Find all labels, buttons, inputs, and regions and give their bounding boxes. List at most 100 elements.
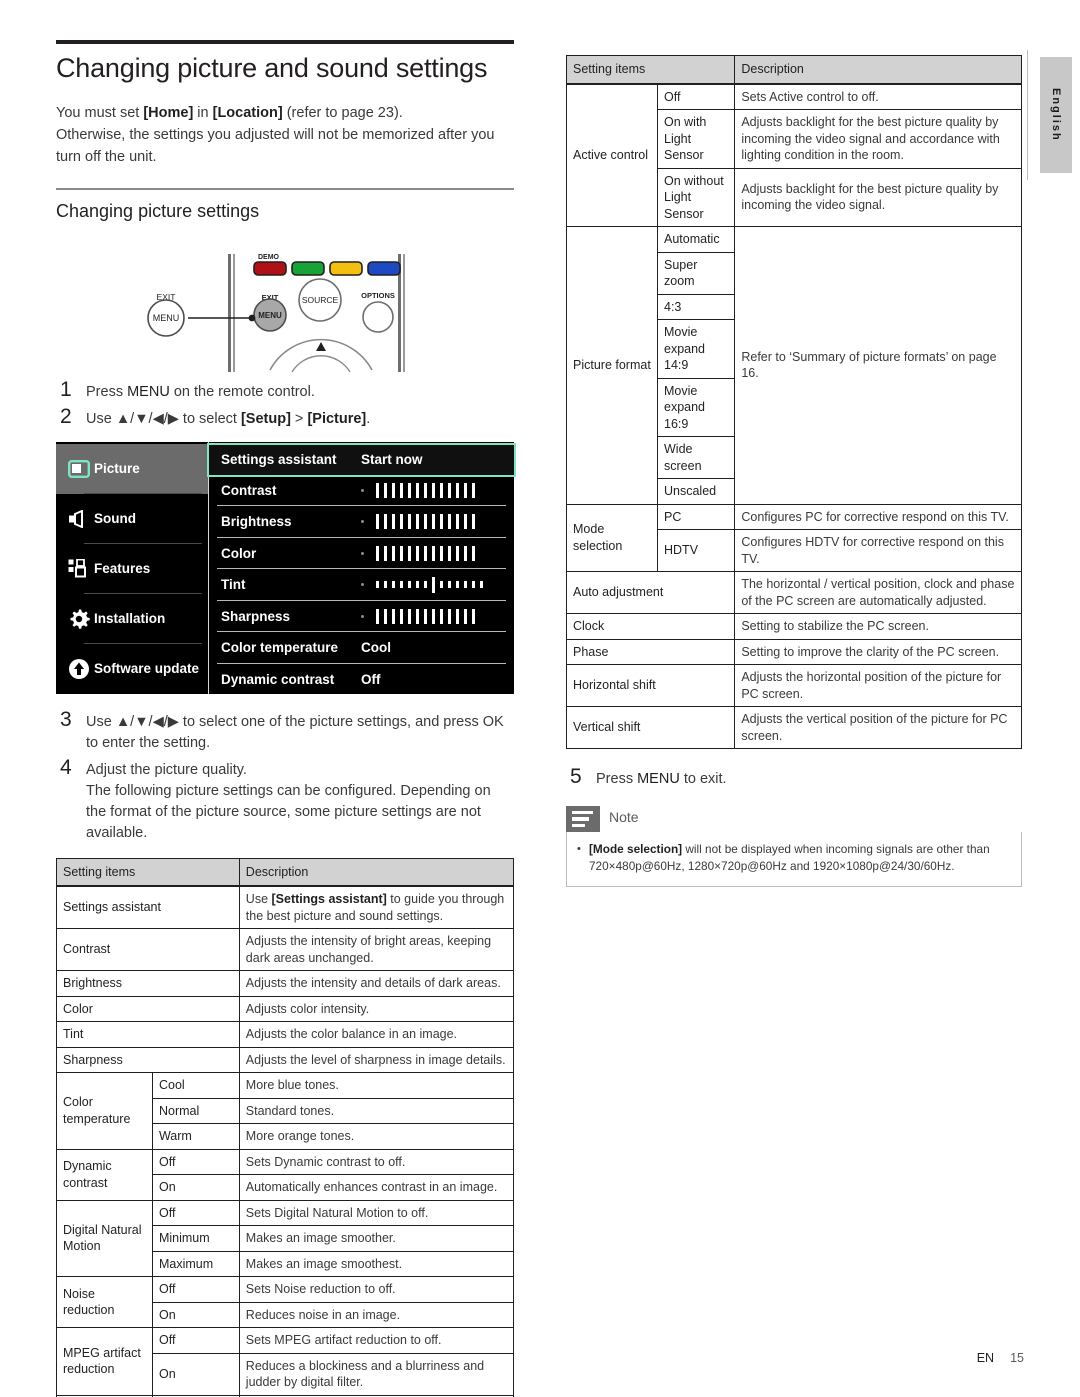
nav-up-arrow: [316, 341, 326, 351]
table-body: Settings assistant Use [Settings assista…: [56, 885, 515, 1397]
cell-option: Off: [151, 1199, 240, 1227]
cell-desc: Reduces a blockiness and a blurriness an…: [238, 1352, 515, 1396]
desc-bold: [Settings assistant]: [271, 892, 387, 907]
osd-value-dynamic-contrast: Off: [361, 671, 381, 687]
contrast-bars: [376, 482, 475, 498]
step-4-number: 4: [60, 755, 72, 779]
osd-row-dynamic-contrast[interactable]: Dynamic contrast Off: [209, 664, 514, 696]
brightness-slider[interactable]: [361, 514, 475, 530]
gear-icon: [64, 608, 94, 630]
osd-row-brightness[interactable]: Brightness: [209, 506, 514, 538]
sharpness-bars: [376, 608, 475, 624]
sidebar-item-software-update-label: Software update: [94, 661, 200, 677]
slider-dot: [361, 488, 364, 492]
step-1-number: 1: [60, 377, 72, 401]
cell-item: Noise reduction: [56, 1276, 153, 1329]
osd-value-color-temperature: Cool: [361, 640, 391, 656]
cell-item: Settings assistant: [56, 885, 240, 930]
intro-post: (refer to page 23).: [282, 105, 403, 121]
cell-desc: Adjusts the color balance in an image.: [238, 1021, 515, 1048]
osd-row-sharpness[interactable]: Sharpness: [209, 601, 514, 633]
intro-pre: You must set: [56, 105, 144, 121]
cell-desc: Use [Settings assistant] to guide you th…: [238, 885, 515, 930]
osd-row-color[interactable]: Color: [209, 538, 514, 570]
cell-option: On without Light Sensor: [656, 167, 736, 227]
step-2: 2 Use ▲/▼/◀/▶ to select [Setup] > [Pictu…: [56, 405, 514, 430]
cell-desc: Sets Noise reduction to off.: [238, 1276, 515, 1303]
table-row: Horizontal shift Adjusts the horizontal …: [565, 664, 1022, 707]
table-row: Brightness Adjusts the intensity and det…: [56, 970, 515, 997]
table-head: Setting items Description: [565, 55, 1022, 85]
footer-locale: EN: [976, 1351, 995, 1365]
page-title: Changing picture and sound settings: [56, 53, 488, 83]
features-grid-icon: [64, 559, 94, 578]
cell-item: MPEG artifact reduction: [56, 1327, 153, 1396]
sidebar-item-sound[interactable]: Sound: [56, 494, 208, 544]
sidebar-item-features[interactable]: Features: [56, 544, 208, 594]
section-rule: [56, 188, 514, 190]
note-text-bold: [Mode selection]: [589, 842, 683, 857]
osd-label-brightness: Brightness: [221, 514, 292, 530]
osd-sidebar: Picture Sound Features Installation Soft…: [56, 441, 208, 694]
demo-label: DEMO: [258, 254, 280, 261]
title-top-rule: [56, 40, 514, 44]
osd-row-tint[interactable]: Tint: [209, 569, 514, 601]
cell-desc: Setting to stabilize the PC screen.: [734, 613, 1022, 640]
cell-desc: Standard tones.: [238, 1097, 515, 1125]
cell-item: Contrast: [56, 928, 240, 972]
cell-desc: Sets Digital Natural Motion to off.: [238, 1199, 515, 1227]
osd-label-sharpness: Sharpness: [221, 608, 291, 624]
cell-item: Color: [56, 995, 240, 1023]
cell-option: Off: [151, 1276, 240, 1303]
nav-ring-inner: [291, 354, 351, 372]
sidebar-item-installation[interactable]: Installation: [56, 594, 208, 644]
manual-page: English Changing picture and sound setti…: [0, 0, 1080, 1397]
osd-row-settings-assistant[interactable]: Settings assistant Start now: [207, 442, 516, 477]
options-button: [362, 300, 394, 333]
cell-desc: Adjusts the level of sharpness in image …: [238, 1046, 515, 1074]
left-column: Changing picture and sound settings You …: [56, 40, 516, 1397]
cell-desc: Makes an image smoother.: [238, 1225, 515, 1252]
cell-option: Movie expand 14:9: [656, 319, 736, 379]
picture-settings-table: Setting items Description Settings assis…: [56, 857, 515, 1397]
cell-option: On with Light Sensor: [656, 109, 736, 169]
table-row: Tint Adjusts the color balance in an ima…: [56, 1021, 515, 1048]
note-title: Note: [609, 809, 639, 826]
cell-desc: Setting to improve the clarity of the PC…: [734, 638, 1022, 665]
cell-desc: Adjusts color intensity.: [238, 995, 515, 1023]
cell-item: Phase: [565, 638, 736, 665]
osd-row-color-temperature[interactable]: Color temperature Cool: [209, 632, 514, 664]
osd-label-tint: Tint: [221, 577, 246, 593]
step-4-lead: Adjust the picture quality.: [86, 761, 247, 778]
contrast-slider[interactable]: [361, 482, 475, 498]
step-5-post: to exit.: [679, 771, 727, 787]
pc-settings-table: Setting items Description Active control…: [565, 55, 1022, 749]
page-footer: EN 15: [977, 1351, 1024, 1365]
cell-option: On: [151, 1174, 240, 1201]
step-4-sub: The following picture settings can be co…: [86, 782, 491, 841]
step-2-picture-token: [Picture]: [307, 410, 367, 427]
cell-item: Sharpness: [56, 1046, 240, 1074]
th-description: Description: [238, 857, 515, 888]
sidebar-item-sound-label: Sound: [94, 511, 136, 527]
step-1-key: MENU: [127, 383, 170, 400]
cell-item: Digital Natural Motion: [56, 1199, 153, 1278]
cell-desc: Adjusts the horizontal position of the p…: [734, 664, 1022, 707]
step-2-post: .: [366, 410, 371, 427]
tint-slider[interactable]: [361, 576, 483, 593]
osd-row-contrast[interactable]: Contrast: [209, 475, 514, 507]
cell-desc: Makes an image smoothest.: [238, 1250, 515, 1278]
color-slider[interactable]: [361, 545, 475, 561]
note-text: [Mode selection] will not be displayed w…: [589, 841, 1011, 875]
cell-item: Color temperature: [56, 1072, 153, 1150]
slider-dot: [361, 583, 364, 587]
sharpness-slider[interactable]: [361, 608, 475, 624]
cell-desc: Adjusts the vertical position of the pic…: [734, 706, 1022, 749]
cell-item: Active control: [566, 83, 658, 227]
slider-dot: [361, 614, 364, 618]
table-row: Mode selection PC Configures PC for corr…: [566, 503, 1022, 572]
intro-location-token: [Location]: [212, 105, 283, 121]
sidebar-item-software-update[interactable]: Software update: [56, 644, 208, 694]
sidebar-item-picture-label: Picture: [94, 461, 140, 477]
sidebar-item-picture[interactable]: Picture: [56, 443, 208, 494]
